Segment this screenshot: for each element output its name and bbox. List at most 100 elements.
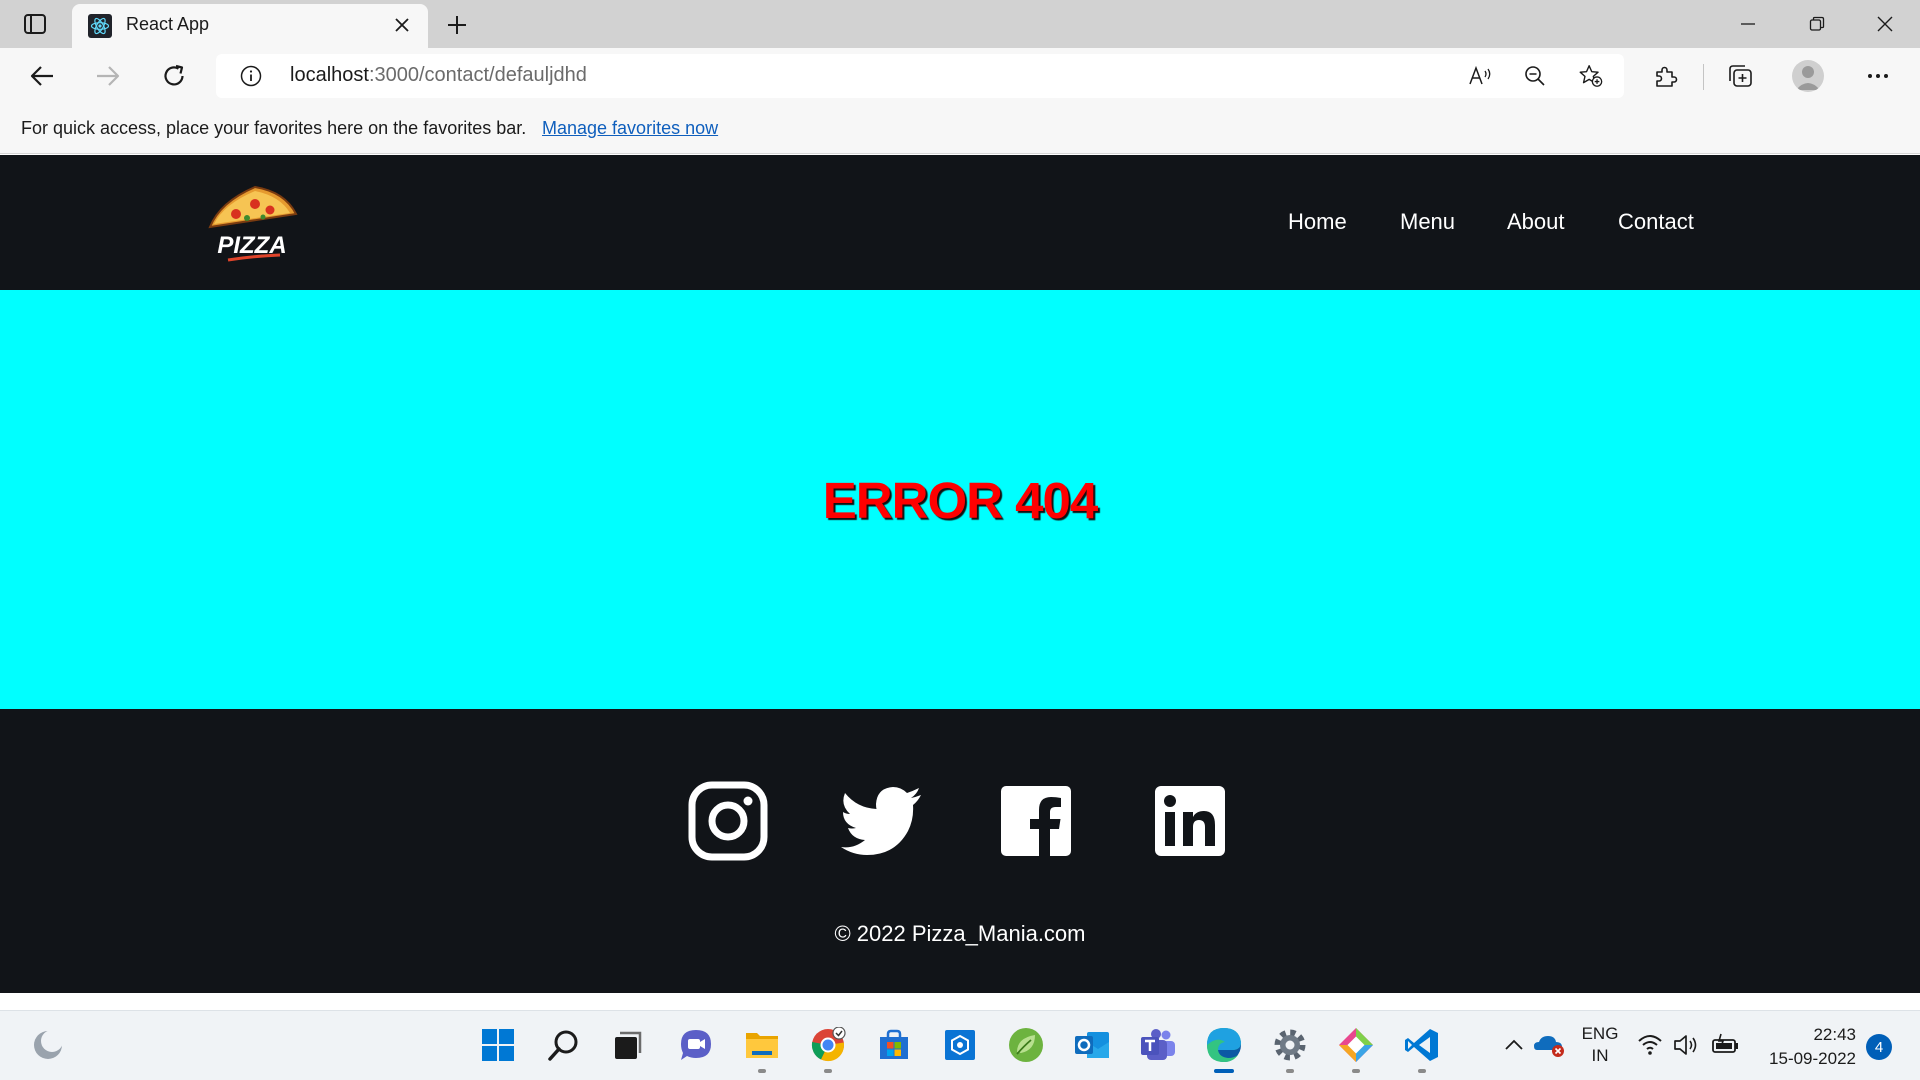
url-text[interactable]: localhost:3000/contact/defauljdhd bbox=[290, 64, 587, 87]
read-aloud-button[interactable] bbox=[1468, 64, 1494, 88]
instagram-link[interactable] bbox=[686, 779, 770, 863]
running-indicator bbox=[1352, 1069, 1360, 1073]
nav-menu[interactable]: Menu bbox=[1400, 209, 1455, 235]
profile-avatar[interactable] bbox=[1792, 60, 1824, 92]
url-path: :3000/contact/defauljdhd bbox=[368, 64, 587, 86]
widgets-button[interactable] bbox=[26, 1023, 70, 1067]
store-icon bbox=[880, 1029, 908, 1059]
browser-tab-strip: React App bbox=[0, 0, 1920, 48]
star-add-icon bbox=[1579, 65, 1603, 87]
outlook-icon bbox=[1075, 1032, 1109, 1058]
task-view-icon bbox=[615, 1031, 642, 1059]
windows-taskbar: ENG IN 22:43 15-09-2022 4 bbox=[0, 1010, 1920, 1080]
error-message: ERROR 404 bbox=[822, 472, 1098, 529]
restore-icon bbox=[1809, 16, 1825, 31]
edge-icon bbox=[1207, 1028, 1241, 1062]
folder-icon bbox=[746, 1033, 778, 1058]
new-tab-button[interactable] bbox=[442, 10, 472, 40]
add-favorite-button[interactable] bbox=[1578, 64, 1604, 88]
plus-icon bbox=[448, 16, 466, 34]
clock-date: 15-09-2022 bbox=[1769, 1049, 1856, 1068]
refresh-button[interactable] bbox=[156, 60, 192, 92]
file-explorer-button[interactable] bbox=[740, 1023, 784, 1073]
zoom-button[interactable] bbox=[1522, 64, 1548, 88]
page-bottom-spacer bbox=[0, 993, 1920, 1010]
restore-button[interactable] bbox=[1802, 10, 1832, 38]
spring-tool-suite-button[interactable] bbox=[1004, 1023, 1048, 1067]
settings-button[interactable] bbox=[1268, 1023, 1312, 1073]
close-icon bbox=[395, 18, 409, 32]
nav-contact[interactable]: Contact bbox=[1618, 209, 1694, 235]
more-icon bbox=[1868, 74, 1888, 78]
browser-toolbar: localhost:3000/contact/defauljdhd bbox=[0, 48, 1920, 104]
snipping-tool-button[interactable] bbox=[1334, 1023, 1378, 1073]
pizza-logo[interactable]: PIZZA bbox=[200, 182, 300, 262]
quick-settings-button[interactable] bbox=[1636, 1023, 1756, 1067]
language-code: ENG bbox=[1581, 1024, 1619, 1043]
manage-favorites-link[interactable]: Manage favorites now bbox=[542, 118, 718, 139]
tab-actions-icon bbox=[24, 14, 46, 34]
tab-actions-button[interactable] bbox=[18, 11, 52, 37]
gear-icon bbox=[1274, 1029, 1306, 1061]
collections-icon bbox=[1729, 65, 1752, 87]
tab-close-button[interactable] bbox=[390, 13, 414, 37]
nav-about[interactable]: About bbox=[1507, 209, 1565, 235]
linkedin-link[interactable] bbox=[1148, 779, 1232, 863]
info-icon[interactable] bbox=[240, 65, 262, 87]
linkedin-icon bbox=[1155, 786, 1225, 856]
volume-icon bbox=[1674, 1035, 1697, 1055]
back-button[interactable] bbox=[24, 60, 60, 92]
company-portal-button[interactable] bbox=[938, 1023, 982, 1067]
favorites-bar-message: For quick access, place your favorites h… bbox=[21, 118, 527, 138]
settings-menu-button[interactable] bbox=[1862, 60, 1894, 92]
taskbar-clock[interactable]: 22:43 15-09-2022 bbox=[1769, 1023, 1856, 1071]
facebook-link[interactable] bbox=[994, 779, 1078, 863]
read-aloud-icon bbox=[1469, 65, 1491, 85]
forward-arrow-icon bbox=[97, 66, 120, 86]
active-indicator bbox=[1214, 1069, 1234, 1073]
chevron-up-icon bbox=[1505, 1039, 1523, 1050]
browser-tab[interactable]: React App bbox=[72, 4, 428, 48]
weather-icon bbox=[34, 1030, 63, 1059]
react-icon bbox=[88, 14, 112, 38]
twitter-link[interactable] bbox=[840, 779, 924, 863]
site-header: PIZZA Home Menu About Contact bbox=[0, 155, 1920, 290]
extensions-button[interactable] bbox=[1650, 60, 1682, 92]
store-button[interactable] bbox=[872, 1023, 916, 1067]
battery-icon bbox=[1712, 1033, 1738, 1053]
edge-button[interactable] bbox=[1202, 1023, 1246, 1073]
facebook-icon bbox=[1001, 786, 1071, 858]
puzzle-icon bbox=[1656, 66, 1678, 87]
running-indicator bbox=[758, 1069, 766, 1073]
chrome-icon bbox=[811, 1027, 846, 1062]
chrome-button[interactable] bbox=[806, 1023, 850, 1073]
search-button[interactable] bbox=[542, 1023, 586, 1067]
snipping-tool-icon bbox=[1339, 1028, 1373, 1062]
vscode-icon bbox=[1405, 1029, 1438, 1061]
chat-icon bbox=[681, 1030, 711, 1060]
language-indicator[interactable]: ENG IN bbox=[1578, 1023, 1622, 1067]
toolbar-divider bbox=[1703, 64, 1704, 90]
onedrive-error-icon bbox=[1534, 1036, 1564, 1057]
teams-button[interactable] bbox=[1136, 1023, 1180, 1067]
minimize-icon bbox=[1741, 23, 1755, 25]
notification-badge[interactable]: 4 bbox=[1866, 1034, 1892, 1060]
language-region: IN bbox=[1591, 1046, 1609, 1065]
url-host: localhost bbox=[290, 64, 369, 86]
twitter-icon bbox=[841, 787, 921, 855]
chat-button[interactable] bbox=[674, 1023, 718, 1067]
collections-button[interactable] bbox=[1724, 60, 1756, 92]
minimize-button[interactable] bbox=[1733, 10, 1763, 38]
address-bar[interactable]: localhost:3000/contact/defauljdhd bbox=[216, 54, 1624, 98]
tab-title: React App bbox=[126, 14, 210, 34]
window-close-button[interactable] bbox=[1870, 10, 1900, 38]
favorites-bar: For quick access, place your favorites h… bbox=[0, 104, 1920, 154]
close-icon bbox=[1877, 16, 1893, 32]
nav-home[interactable]: Home bbox=[1288, 209, 1347, 235]
task-view-button[interactable] bbox=[606, 1023, 650, 1067]
onedrive-button[interactable] bbox=[1528, 1023, 1572, 1067]
outlook-button[interactable] bbox=[1070, 1023, 1114, 1067]
forward-button[interactable] bbox=[90, 60, 126, 92]
start-button[interactable] bbox=[476, 1023, 520, 1067]
vscode-button[interactable] bbox=[1400, 1023, 1444, 1073]
